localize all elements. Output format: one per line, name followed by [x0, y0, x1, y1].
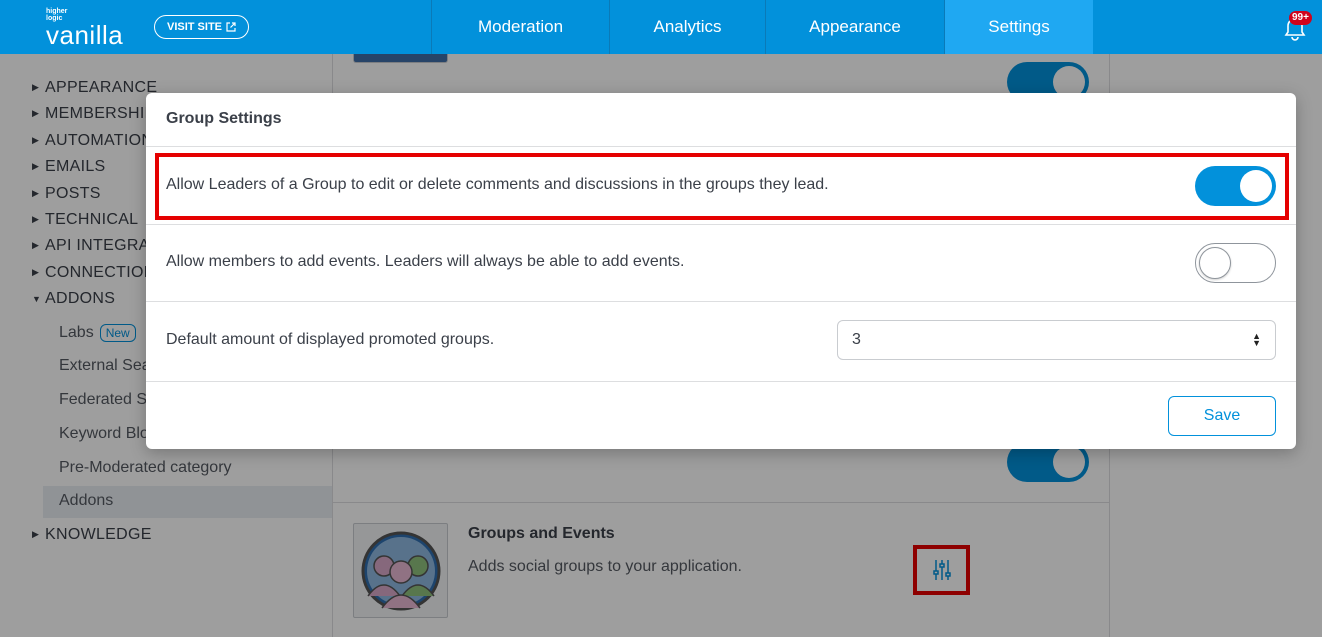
visit-site-button[interactable]: VISIT SITE	[154, 15, 249, 39]
modal-divider	[146, 146, 1296, 147]
top-navigation-bar: higher logic vanilla VISIT SITE Moderati…	[0, 0, 1322, 54]
leaders-edit-label: Allow Leaders of a Group to edit or dele…	[166, 176, 829, 193]
members-events-label: Allow members to add events. Leaders wil…	[166, 253, 685, 270]
nav-label: Analytics	[653, 17, 722, 36]
save-label: Save	[1203, 407, 1241, 424]
main-nav: Moderation Analytics Appearance Settings	[431, 0, 1093, 54]
select-arrows-icon: ▲ ▼	[1252, 331, 1261, 348]
members-events-toggle[interactable]	[1195, 243, 1276, 283]
toggle-knob	[1240, 170, 1272, 202]
nav-label: Appearance	[809, 17, 901, 36]
leaders-edit-toggle[interactable]	[1195, 166, 1276, 206]
toggle-knob	[1199, 247, 1231, 279]
save-button[interactable]: Save	[1168, 396, 1276, 436]
nav-appearance[interactable]: Appearance	[765, 0, 944, 54]
modal-title: Group Settings	[166, 110, 282, 127]
nav-moderation[interactable]: Moderation	[431, 0, 609, 54]
promoted-groups-select[interactable]: 3 ▲ ▼	[837, 320, 1276, 360]
promoted-groups-label: Default amount of displayed promoted gro…	[166, 331, 495, 348]
visit-site-label: VISIT SITE	[166, 21, 222, 33]
external-link-icon	[226, 22, 236, 32]
logo-text: vanilla	[46, 20, 124, 50]
group-settings-modal: Group Settings Allow Leaders of a Group …	[146, 93, 1296, 449]
modal-divider	[146, 301, 1296, 302]
nav-label: Settings	[988, 17, 1050, 36]
nav-settings[interactable]: Settings	[944, 0, 1093, 54]
notification-count-badge: 99+	[1289, 11, 1312, 25]
select-value: 3	[852, 331, 861, 348]
nav-analytics[interactable]: Analytics	[609, 0, 765, 54]
modal-divider	[146, 224, 1296, 225]
vanilla-logo[interactable]: higher logic vanilla	[46, 8, 123, 48]
modal-divider	[146, 381, 1296, 382]
nav-label: Moderation	[477, 17, 564, 36]
